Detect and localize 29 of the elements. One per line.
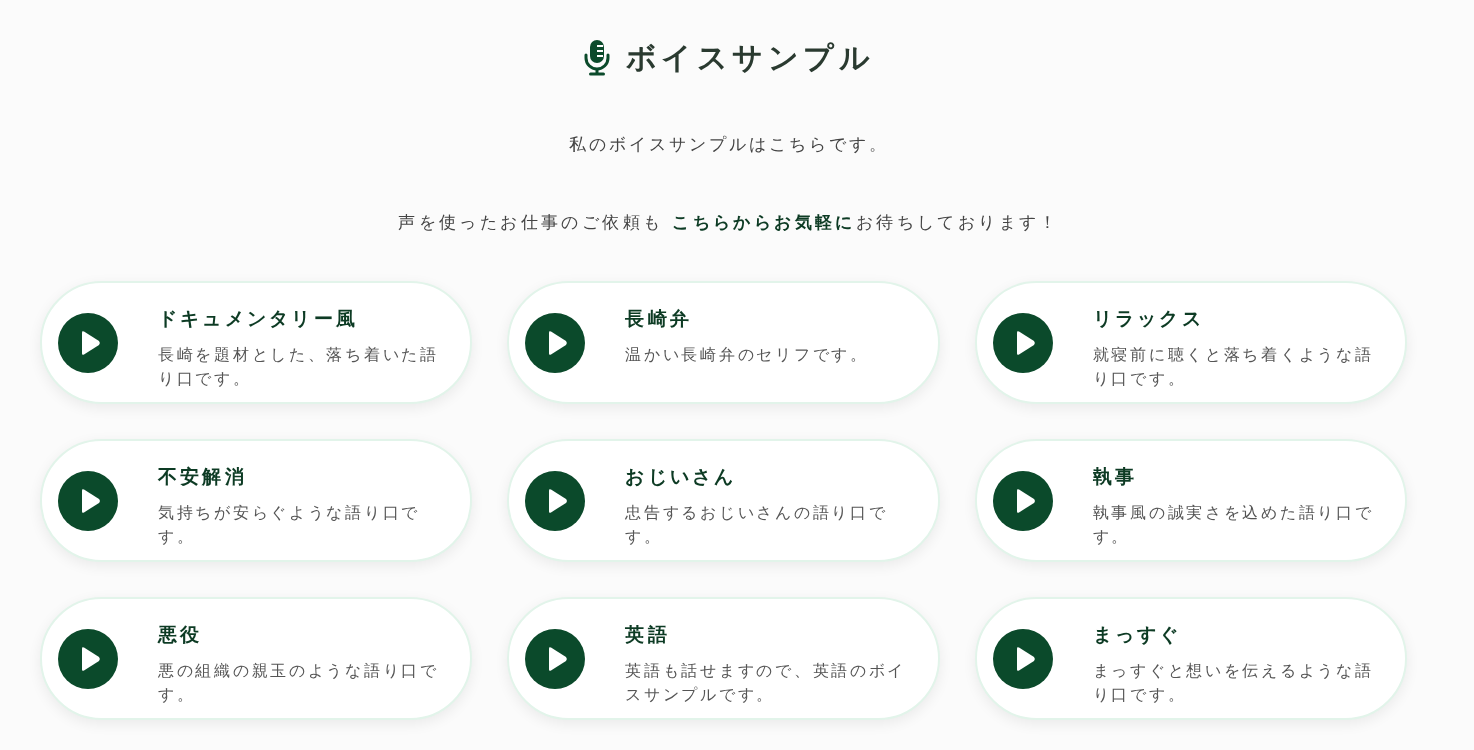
microphone-icon [583,40,610,76]
play-icon [546,487,569,514]
sample-description: 気持ちが安らぐような語り口です。 [158,501,422,548]
sample-title: ドキュメンタリー風 [158,305,359,331]
sample-description: 温かい長崎弁のセリフです。 [625,343,870,366]
sample-description: まっすぐと想いを伝えるような語り口です。 [1092,659,1375,706]
sample-title: 不安解消 [158,463,247,489]
play-icon [79,645,101,672]
intro-text: 私のボイスサンプルはこちらです。 [568,133,890,156]
sample-title: 英語 [625,621,670,647]
contact-link[interactable]: こちらからお気軽に [672,212,856,232]
sample-title: まっすぐ [1092,621,1182,647]
sample-description: 執事風の誠実さを込めた語り口です。 [1092,501,1375,548]
play-icon [79,487,101,514]
page-title: ボイスサンプル [625,39,875,77]
play-icon [546,329,569,356]
sample-description: 悪の組織の親玉のような語り口です。 [158,659,440,706]
sample-description: 英語も話せますので、英語のボイスサンプルです。 [625,659,908,706]
sample-description: 忠告するおじいさんの語り口です。 [625,501,889,548]
sample-description: 就寝前に聴くと落ち着くような語り口です。 [1092,343,1375,390]
sample-title: リラックス [1092,305,1204,331]
play-icon [79,329,101,356]
sample-title: 執事 [1092,463,1138,489]
play-icon [546,645,569,672]
sample-description: 長崎を題材とした、落ち着いた語り口です。 [158,343,440,390]
request-text: 声を使ったお仕事のご依頼も こちらからお気軽に お待ちしております！ [398,211,1060,234]
sample-title: 悪役 [158,621,203,647]
sample-title: 長崎弁 [625,305,693,331]
sample-title: おじいさん [625,463,737,489]
